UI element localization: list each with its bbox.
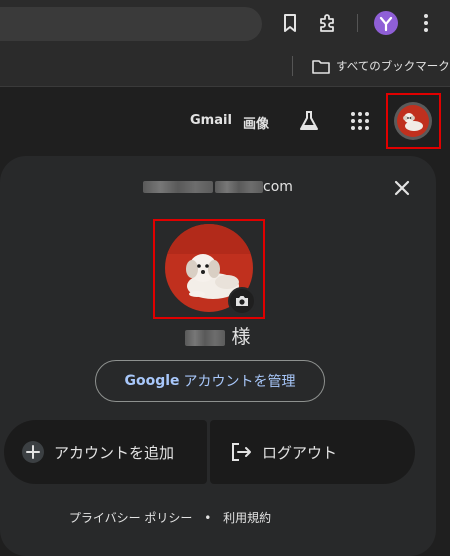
terms-link[interactable]: 利用規約 bbox=[223, 511, 271, 525]
images-link[interactable]: 画像 bbox=[243, 113, 269, 132]
camera-icon bbox=[236, 296, 248, 306]
email-visible-part: com bbox=[263, 179, 293, 195]
close-icon[interactable] bbox=[390, 176, 414, 200]
account-avatar-button[interactable] bbox=[394, 102, 432, 140]
toolbar-divider bbox=[357, 14, 358, 32]
manage-label: アカウントを管理 bbox=[183, 374, 296, 390]
account-panel bbox=[0, 156, 436, 556]
profile-avatar-icon[interactable] bbox=[374, 11, 398, 35]
name-honorific: 様 bbox=[231, 326, 251, 348]
add-account-button[interactable]: アカウントを追加 bbox=[4, 420, 207, 484]
bookmarks-bar: すべてのブックマーク bbox=[0, 46, 450, 87]
panel-footer: プライバシー ポリシー • 利用規約 bbox=[0, 509, 340, 526]
email-redacted bbox=[143, 181, 214, 193]
address-bar[interactable] bbox=[0, 7, 262, 41]
bookmark-star-icon[interactable] bbox=[278, 11, 302, 35]
logout-button[interactable]: ログアウト bbox=[210, 420, 415, 484]
more-menu-icon[interactable] bbox=[414, 11, 438, 35]
labs-flask-icon[interactable] bbox=[298, 110, 320, 132]
gmail-link[interactable]: Gmail bbox=[190, 113, 232, 128]
browser-toolbar bbox=[0, 0, 450, 46]
manage-account-button[interactable]: Google アカウントを管理 bbox=[95, 360, 325, 402]
email-redacted-domain bbox=[215, 181, 264, 193]
apps-grid-icon[interactable] bbox=[350, 111, 370, 131]
extensions-icon[interactable] bbox=[316, 11, 340, 35]
privacy-policy-link[interactable]: プライバシー ポリシー bbox=[69, 511, 193, 525]
all-bookmarks-button[interactable]: すべてのブックマーク bbox=[312, 56, 450, 76]
add-account-label: アカウントを追加 bbox=[54, 443, 175, 462]
manage-brand: Google bbox=[124, 373, 180, 389]
bookmarks-divider bbox=[292, 56, 293, 76]
logout-label: ログアウト bbox=[262, 443, 338, 462]
all-bookmarks-label: すべてのブックマーク bbox=[336, 59, 450, 73]
logout-icon bbox=[232, 443, 251, 461]
footer-separator: • bbox=[204, 511, 212, 525]
folder-icon bbox=[312, 59, 330, 74]
plus-icon bbox=[22, 441, 44, 463]
name-redacted bbox=[185, 329, 226, 346]
account-email: com bbox=[0, 179, 436, 195]
greeting-name: 様 bbox=[0, 322, 436, 349]
change-photo-button[interactable] bbox=[228, 287, 256, 315]
